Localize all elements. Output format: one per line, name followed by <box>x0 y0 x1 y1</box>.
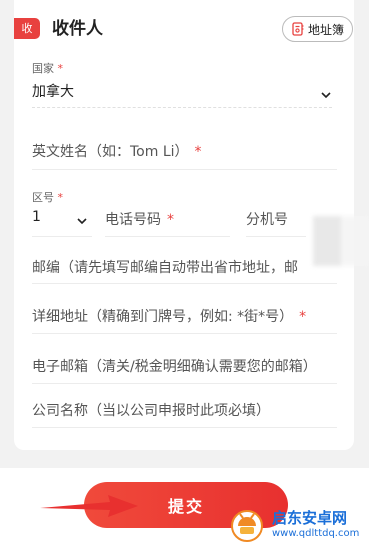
divider <box>32 333 337 334</box>
blurred-overlay <box>313 216 369 266</box>
country-select[interactable]: 加拿大 <box>32 81 74 101</box>
divider <box>32 107 332 108</box>
required-mark: * <box>194 144 202 160</box>
divider <box>246 236 306 237</box>
email-input[interactable]: 电子邮箱（清关/税金明细确认需要您的邮箱） <box>32 356 317 376</box>
watermark-url: www.qdlttdq.com <box>272 527 360 539</box>
postcode-placeholder: 邮编（请先填写邮编自动带出省市地址，邮 <box>32 260 298 276</box>
arrow-right-icon <box>40 488 140 524</box>
extension-input[interactable]: 分机号 <box>246 209 288 229</box>
postcode-input[interactable]: 邮编（请先填写邮编自动带出省市地址，邮 <box>32 257 307 277</box>
email-placeholder: 电子邮箱（清关/税金明细确认需要您的邮箱） <box>32 359 317 375</box>
area-code-select[interactable]: 1 <box>32 209 41 225</box>
required-mark: * <box>57 62 64 75</box>
watermark-logo-icon <box>228 505 266 543</box>
divider <box>32 236 92 237</box>
required-mark: * <box>57 191 64 204</box>
country-label: 国家 * <box>32 60 63 76</box>
english-name-input[interactable]: 英文姓名（如：Tom Li） * <box>32 141 202 161</box>
required-mark: * <box>299 309 307 325</box>
address-book-icon <box>291 22 305 36</box>
divider <box>32 427 337 428</box>
divider <box>32 169 337 170</box>
company-placeholder: 公司名称（当以公司申报时此项必填） <box>32 403 270 419</box>
phone-placeholder: 电话号码 <box>105 212 161 228</box>
divider <box>32 383 337 384</box>
watermark-title: 启东安卓网 <box>272 508 348 527</box>
address-book-button[interactable]: 地址簿 <box>281 16 353 42</box>
company-input[interactable]: 公司名称（当以公司申报时此项必填） <box>32 400 270 420</box>
country-label-text: 国家 <box>32 62 54 75</box>
area-code-label: 区号 * <box>32 189 63 205</box>
section-title: 收件人 <box>52 19 103 39</box>
chevron-down-icon[interactable] <box>320 86 332 99</box>
address-placeholder: 详细地址（精确到门牌号，例如: *街*号） <box>32 309 294 325</box>
address-input[interactable]: 详细地址（精确到门牌号，例如: *街*号） * <box>32 306 306 326</box>
recipient-badge: 收 <box>14 18 40 39</box>
watermark: 启东安卓网 www.qdlttdq.com <box>228 500 369 548</box>
area-code-label-text: 区号 <box>32 191 54 204</box>
divider <box>105 236 230 237</box>
divider <box>32 283 337 284</box>
extension-placeholder: 分机号 <box>246 212 288 228</box>
address-book-label: 地址簿 <box>307 22 344 37</box>
english-name-placeholder: 英文姓名（如：Tom Li） <box>32 144 189 160</box>
phone-input[interactable]: 电话号码 * <box>105 209 174 229</box>
chevron-down-icon[interactable] <box>76 212 88 225</box>
required-mark: * <box>167 212 174 228</box>
